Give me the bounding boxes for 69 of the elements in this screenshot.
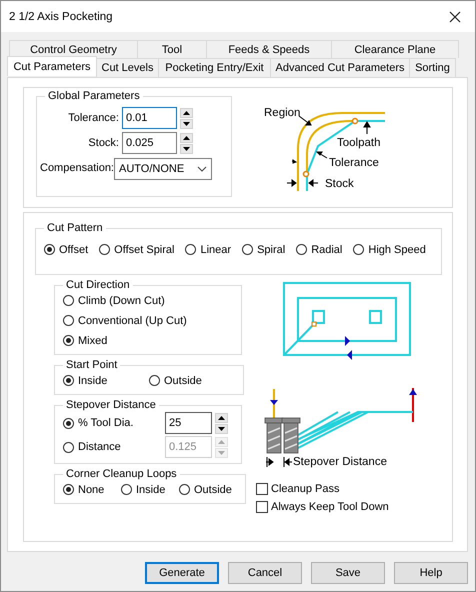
- input-field[interactable]: 25: [165, 412, 212, 434]
- diagram-label: Stepover Distance: [293, 456, 387, 468]
- diagram-label: Tolerance: [329, 157, 379, 169]
- radio-option[interactable]: Inside: [121, 480, 179, 499]
- input-field[interactable]: 0.025: [122, 132, 177, 154]
- down-triangle-icon: [183, 146, 190, 150]
- down-triangle-icon: [218, 450, 225, 454]
- radio-option[interactable]: Mixed: [63, 331, 233, 350]
- input-field[interactable]: 0.01: [122, 107, 177, 129]
- group-title: Corner Cleanup Loops: [65, 468, 178, 480]
- dialog-button[interactable]: Save: [311, 562, 385, 584]
- dimension-arrow-icon: [266, 456, 293, 468]
- dimension-arrow-icon: [286, 179, 318, 186]
- diagram-label: Toolpath: [337, 137, 380, 149]
- diagram-label: Region: [264, 107, 300, 119]
- radio-option[interactable]: Spiral: [242, 240, 286, 259]
- tab[interactable]: Cut Levels: [96, 58, 159, 77]
- spin-up-button[interactable]: [180, 132, 193, 142]
- field-label: Tolerance:: [67, 112, 119, 124]
- checkbox-option[interactable]: Always Keep Tool Down: [256, 501, 452, 513]
- radio-option[interactable]: None: [63, 480, 121, 499]
- spin-down-button[interactable]: [180, 118, 193, 128]
- down-triangle-icon: [183, 122, 190, 126]
- dropdown[interactable]: AUTO/NONE: [114, 158, 212, 180]
- group-title: Start Point: [65, 359, 118, 371]
- dialog-button[interactable]: Help: [394, 562, 468, 584]
- arrow-icon: [364, 121, 370, 134]
- tab[interactable]: Cut Parameters: [7, 56, 97, 76]
- up-triangle-icon: [218, 440, 225, 444]
- spin-down-button[interactable]: [180, 144, 193, 154]
- radio-option[interactable]: Offset Spiral: [99, 240, 174, 259]
- spin-up-button[interactable]: [180, 108, 193, 118]
- group-title: Cut Direction: [65, 279, 131, 291]
- tab[interactable]: Feeds & Speeds: [206, 40, 332, 58]
- radio-option[interactable]: % Tool Dia.: [63, 414, 165, 432]
- down-triangle-icon: [218, 426, 225, 430]
- arrow-icon: [292, 159, 296, 164]
- arrow-icon: [298, 116, 312, 126]
- tab[interactable]: Clearance Plane: [331, 40, 459, 58]
- spin-up-button[interactable]: [215, 412, 228, 422]
- up-triangle-icon: [218, 416, 225, 420]
- arrow-icon: [316, 152, 328, 158]
- up-triangle-icon: [183, 110, 190, 114]
- tab[interactable]: Sorting: [409, 58, 456, 77]
- checkbox-option[interactable]: Cleanup Pass: [256, 483, 452, 495]
- chevron-icon: [197, 166, 207, 172]
- group-title: Global Parameters: [47, 90, 141, 102]
- radio-option[interactable]: Offset: [44, 240, 88, 259]
- up-triangle-icon: [183, 136, 190, 140]
- group-title: Cut Pattern: [46, 222, 104, 234]
- field-label: Compensation:: [39, 162, 114, 174]
- radio-option[interactable]: Inside: [63, 371, 149, 390]
- dialog-button[interactable]: Cancel: [228, 562, 302, 584]
- radio-option[interactable]: Outside: [149, 371, 235, 390]
- close-icon[interactable]: [449, 10, 461, 22]
- radio-option[interactable]: High Speed: [353, 240, 426, 259]
- radio-option[interactable]: Outside: [179, 480, 237, 499]
- radio-option[interactable]: Climb (Down Cut): [63, 291, 233, 310]
- dialog-button[interactable]: Generate: [145, 562, 219, 584]
- radio-option[interactable]: Distance: [63, 438, 165, 456]
- spin-down-button[interactable]: [215, 424, 228, 434]
- tab[interactable]: Control Geometry: [9, 40, 138, 58]
- radio-option[interactable]: Linear: [185, 240, 232, 259]
- window-title: 2 1/2 Axis Pocketing: [9, 10, 113, 22]
- radio-option[interactable]: Radial: [296, 240, 342, 259]
- diagram-label: Stock: [325, 178, 354, 190]
- field-label: Stock:: [87, 137, 119, 149]
- radio-option[interactable]: Conventional (Up Cut): [63, 311, 233, 330]
- group-title: Stepover Distance: [65, 399, 157, 411]
